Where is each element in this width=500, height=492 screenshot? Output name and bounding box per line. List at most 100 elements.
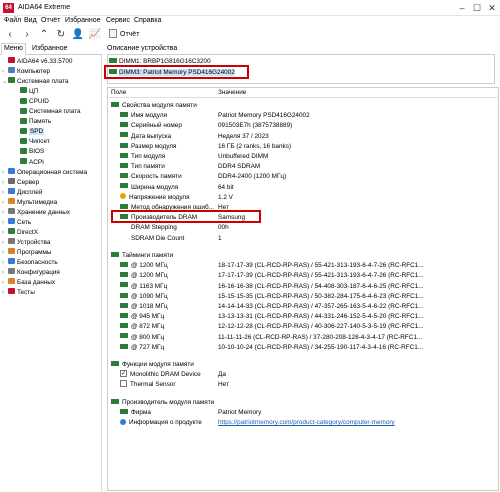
table-row[interactable]: @ 1200 МГц 18-17-17-39 (CL-RCD-RP-RAS) / … bbox=[108, 261, 496, 270]
table-row[interactable]: Тип модуля Unbuffered DIMM bbox=[108, 152, 496, 161]
navigation-tree: AIDA64 v6.33.5700 › Компьютер ⌄ Системная пл… bbox=[0, 55, 102, 492]
board-icon bbox=[20, 107, 27, 114]
field-value: 12-12-12-28 (CL-RCD-RP-RAS) / 40-306-227… bbox=[218, 323, 424, 331]
memory-module-icon bbox=[120, 323, 128, 329]
table-row[interactable]: DRAM Stepping 00h bbox=[108, 223, 496, 232]
table-row[interactable]: Thermal Sensor Нет bbox=[108, 380, 496, 389]
tree-item[interactable]: SPD bbox=[14, 127, 45, 136]
toolbar: ‹ › ⌃ ↻ 👤 📈 bbox=[0, 27, 500, 43]
memory-module-icon bbox=[109, 57, 117, 63]
tree-item[interactable]: › Сервер bbox=[2, 177, 39, 187]
server-icon bbox=[8, 177, 15, 184]
tree-item-label: Системная плата bbox=[29, 108, 81, 116]
tree-item[interactable]: › Мультимедиа bbox=[2, 198, 57, 207]
table-row[interactable]: Размер модуля 16 ГБ (2 ranks, 16 banks) bbox=[108, 142, 496, 151]
table-row[interactable]: Информация о продукте https://patriotmemo… bbox=[108, 418, 496, 427]
table-row[interactable]: @ 945 МГц 13-13-13-31 (CL-RCD-RP-RAS) / 4… bbox=[108, 312, 496, 321]
tree-item-label: ЦП bbox=[29, 88, 39, 96]
menu-report[interactable]: Отчёт bbox=[41, 17, 60, 24]
memory-module-icon bbox=[120, 183, 128, 189]
field-label: @ 1018 МГц bbox=[131, 302, 168, 310]
table-row[interactable]: @ 1090 МГц 15-15-15-35 (CL-RCD-RP-RAS) / … bbox=[108, 292, 496, 301]
report-button-label: Отчёт bbox=[120, 31, 140, 38]
tree-item[interactable]: › Хранение данных bbox=[2, 208, 70, 217]
up-icon[interactable]: ⌃ bbox=[37, 28, 51, 42]
table-row[interactable]: Ширина модуля 64 bit bbox=[108, 183, 496, 192]
maximize-icon[interactable]: ☐ bbox=[470, 2, 484, 14]
table-row[interactable]: @ 1163 МГц 16-16-16-38 (CL-RCD-RP-RAS) / … bbox=[108, 282, 496, 291]
minimize-icon[interactable]: – bbox=[455, 2, 469, 14]
tree-item[interactable]: AIDA64 v6.33.5700 bbox=[2, 57, 72, 66]
tree-item[interactable]: Чипсет bbox=[14, 137, 50, 146]
table-row[interactable]: Имя модуля Patriot Memory PSD416G24002 bbox=[108, 111, 496, 120]
report-button[interactable]: Отчёт bbox=[109, 28, 139, 42]
table-row[interactable]: @ 1018 МГц 14-14-14-33 (CL-RCD-RP-RAS) / … bbox=[108, 302, 496, 311]
memory-module-icon bbox=[120, 312, 128, 318]
refresh-icon[interactable]: ↻ bbox=[54, 28, 68, 42]
table-row[interactable]: @ 800 МГц 11-11-11-26 (CL-RCD-RP-RAS) / 3… bbox=[108, 333, 496, 342]
table-row[interactable]: Тип памяти DDR4 SDRAM bbox=[108, 162, 496, 171]
tree-item[interactable]: › Операционная система bbox=[2, 167, 87, 177]
user-icon[interactable]: 👤 bbox=[71, 28, 85, 42]
tree-item[interactable]: › База данных bbox=[2, 278, 55, 287]
aida-logo-icon bbox=[8, 57, 15, 64]
tab-favorites[interactable]: Избранное bbox=[30, 44, 69, 53]
details-grid: Поле Значение Свойства модуля памяти Имя … bbox=[107, 87, 499, 491]
tree-item[interactable]: › Тесты bbox=[2, 288, 35, 297]
tree-item[interactable]: ЦП bbox=[14, 87, 38, 96]
table-row[interactable]: @ 727 МГц 10-10-10-24 (CL-RCD-RP-RAS) / 3… bbox=[108, 343, 496, 352]
tree-item[interactable]: › Дисплей bbox=[2, 187, 42, 197]
menu-view[interactable]: Вид bbox=[24, 17, 37, 24]
tree-item[interactable]: Память bbox=[14, 117, 51, 126]
table-row[interactable]: Скорость памяти DDR4-2400 (1200 МГц) bbox=[108, 172, 496, 181]
tree-item[interactable]: › Устройства bbox=[2, 238, 50, 247]
chart-icon[interactable]: 📈 bbox=[88, 28, 102, 42]
close-icon[interactable]: ✕ bbox=[485, 2, 499, 14]
group-header[interactable]: Производитель модуля памяти bbox=[108, 398, 496, 407]
tests-icon bbox=[8, 288, 15, 295]
field-label: Тип памяти bbox=[131, 163, 165, 171]
table-row[interactable]: @ 1200 МГц 17-17-17-39 (CL-RCD-RP-RAS) / … bbox=[108, 271, 496, 280]
tree-item[interactable]: › Сеть bbox=[2, 218, 31, 227]
table-row[interactable]: @ 872 МГц 12-12-12-28 (CL-RCD-RP-RAS) / 4… bbox=[108, 322, 496, 331]
forward-icon[interactable]: › bbox=[20, 28, 34, 42]
table-row[interactable]: ✓ Monolithic DRAM Device Да bbox=[108, 370, 496, 379]
table-row[interactable]: SDRAM Die Count 1 bbox=[108, 234, 496, 243]
group-header[interactable]: Свойства модуля памяти bbox=[108, 101, 496, 110]
table-row[interactable]: Напряжение модуля 1.2 V bbox=[108, 193, 496, 202]
tree-item[interactable]: BIOS bbox=[14, 147, 44, 156]
group-header[interactable]: Тайминги памяти bbox=[108, 251, 496, 260]
menu-favorites[interactable]: Избранное bbox=[65, 17, 100, 24]
checkbox-unchecked-icon bbox=[120, 380, 127, 388]
tab-menu[interactable]: Меню bbox=[1, 43, 26, 55]
column-value[interactable]: Значение bbox=[218, 88, 246, 98]
tree-item[interactable]: › Конфигурация bbox=[2, 268, 60, 277]
memory-module-icon bbox=[120, 142, 128, 148]
tree-item[interactable]: › Безопасность bbox=[2, 258, 58, 267]
tree-item[interactable]: ⌄ Системная плата bbox=[2, 77, 69, 86]
back-icon[interactable]: ‹ bbox=[3, 28, 17, 42]
tree-item[interactable]: ACPI bbox=[14, 157, 44, 167]
menu-tools[interactable]: Сервис bbox=[106, 17, 130, 24]
column-field[interactable]: Поле bbox=[111, 88, 126, 98]
display-icon bbox=[8, 187, 15, 194]
os-icon bbox=[8, 167, 15, 174]
memory-module-icon bbox=[120, 203, 128, 209]
computer-icon bbox=[8, 67, 15, 74]
tree-item[interactable]: CPUID bbox=[14, 97, 49, 106]
table-row[interactable]: Серийный номер 091503E7h (3875738889) bbox=[108, 121, 496, 130]
menu-help[interactable]: Справка bbox=[134, 17, 161, 24]
motherboard-icon bbox=[8, 77, 15, 84]
table-row[interactable]: Дата выпуска Неделя 37 / 2023 bbox=[108, 132, 496, 141]
tree-item[interactable]: › Компьютер bbox=[2, 67, 50, 76]
group-header[interactable]: Функции модуля памяти bbox=[108, 360, 496, 369]
product-link[interactable]: https://patriotmemory.com/product-catego… bbox=[218, 418, 395, 427]
device-description-title: Описание устройства bbox=[107, 45, 178, 52]
menu-file[interactable]: Файл bbox=[4, 17, 21, 24]
tree-item[interactable]: Системная плата bbox=[14, 107, 81, 116]
tree-item[interactable]: › Программы bbox=[2, 248, 52, 257]
memory-module-icon bbox=[120, 173, 128, 179]
tree-item[interactable]: › DirectX bbox=[2, 228, 38, 237]
table-row[interactable]: Фирма Patriot Memory bbox=[108, 408, 496, 417]
tree-item-label: Устройства bbox=[17, 238, 51, 246]
